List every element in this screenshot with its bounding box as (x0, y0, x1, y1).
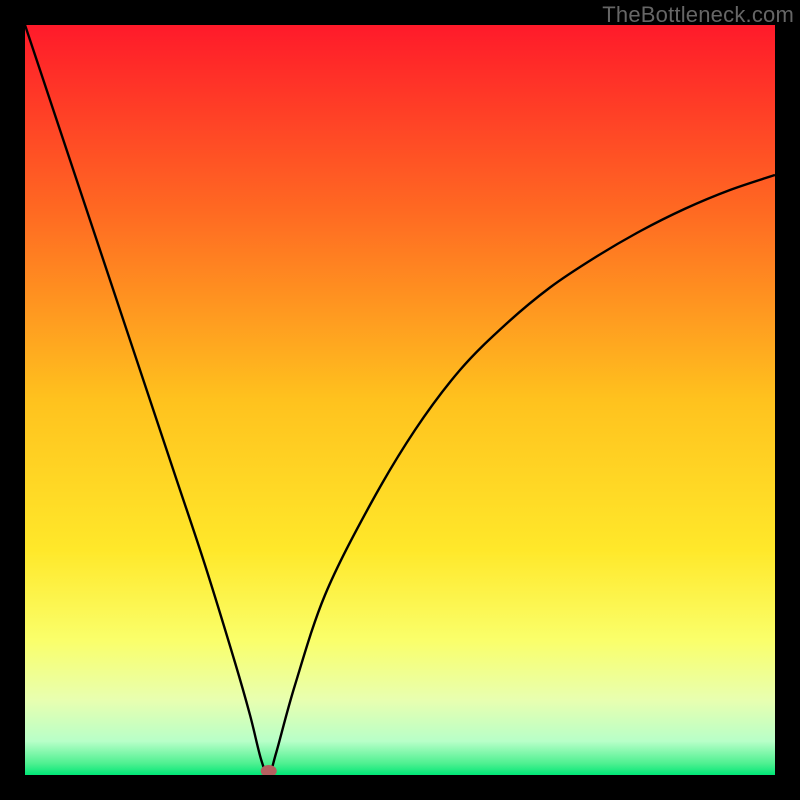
attribution-text: TheBottleneck.com (602, 2, 794, 28)
bottleneck-chart (25, 25, 775, 775)
chart-frame (25, 25, 775, 775)
chart-background (25, 25, 775, 775)
